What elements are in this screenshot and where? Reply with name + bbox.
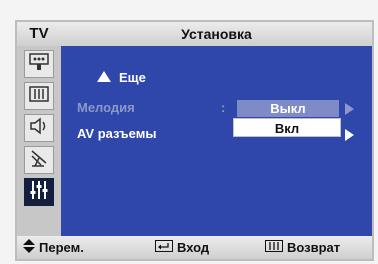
more-label: Еще bbox=[119, 70, 146, 85]
right-arrow-icon-av bbox=[345, 129, 354, 141]
option-off[interactable]: Выкл bbox=[237, 100, 339, 117]
hint-return: Возврат bbox=[265, 236, 340, 259]
setup-icon bbox=[28, 179, 50, 206]
hint-enter: Вход bbox=[155, 236, 209, 259]
sound-icon bbox=[28, 84, 50, 109]
menu-item-av-connections[interactable]: AV разъемы bbox=[77, 126, 156, 141]
footer-bar: Перем. Вход Возврат bbox=[17, 236, 372, 259]
up-down-arrow-icon bbox=[23, 239, 35, 256]
sidebar bbox=[17, 46, 61, 236]
option-on[interactable]: Вкл bbox=[233, 118, 341, 137]
tv-osd-menu: TV Установка Еще Мелодия: Выкл Вкл AV р… bbox=[15, 20, 374, 261]
menu-content: Еще Мелодия : Выкл Вкл AV разъемы bbox=[61, 46, 372, 236]
sidebar-item-speaker[interactable] bbox=[24, 114, 54, 142]
up-arrow-icon bbox=[97, 70, 111, 85]
enter-icon bbox=[155, 240, 173, 255]
picture-icon bbox=[28, 52, 50, 77]
sidebar-item-picture[interactable] bbox=[24, 50, 54, 78]
menu-icon bbox=[265, 240, 283, 255]
source-label: TV bbox=[29, 25, 49, 42]
menu-item-more[interactable]: Еще bbox=[97, 70, 146, 85]
separator: : bbox=[221, 100, 226, 115]
hint-enter-label: Вход bbox=[177, 240, 210, 255]
sidebar-item-setup[interactable] bbox=[24, 178, 54, 206]
sidebar-item-sound[interactable] bbox=[24, 82, 54, 110]
menu-item-melody-label[interactable]: Мелодия bbox=[77, 100, 135, 115]
antenna-icon bbox=[28, 148, 50, 173]
hint-return-label: Возврат bbox=[287, 240, 341, 255]
hint-move-label: Перем. bbox=[39, 240, 84, 255]
hint-move: Перем. bbox=[23, 236, 84, 259]
menu-title: Установка bbox=[181, 26, 252, 42]
right-arrow-icon-melody bbox=[345, 103, 354, 115]
sidebar-item-channel[interactable] bbox=[24, 146, 54, 174]
header-bar: TV Установка bbox=[17, 22, 372, 46]
speaker-icon bbox=[28, 116, 50, 141]
